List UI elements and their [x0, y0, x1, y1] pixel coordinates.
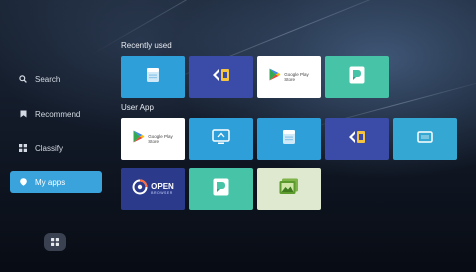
sidebar-item-label: Classify: [35, 143, 64, 153]
open-browser-label: OPEN BROWSER: [151, 181, 174, 195]
app-tile-screen-cast[interactable]: [189, 118, 253, 160]
section-title-recently-used: Recently used: [121, 41, 172, 50]
document-icon: [213, 178, 229, 201]
app-installer-icon: [211, 67, 231, 88]
app-tile-gallery-app[interactable]: [257, 168, 321, 210]
google-play-icon: [133, 130, 145, 148]
app-tile-file-manager[interactable]: [121, 56, 185, 98]
bookmark-icon: [16, 110, 30, 118]
app-tile-document-app[interactable]: [325, 56, 389, 98]
app-installer-icon: [347, 129, 367, 150]
sidebar-item-search[interactable]: Search: [10, 68, 102, 90]
app-tile-app-installer[interactable]: [189, 56, 253, 98]
app-tile-google-play-store[interactable]: Google Play Store: [257, 56, 321, 98]
file-manager-icon: [146, 67, 160, 88]
search-icon: [16, 75, 30, 83]
app-tile-google-play-store[interactable]: Google Play Store: [121, 118, 185, 160]
my-apps-icon: [16, 178, 30, 186]
apps-grid-icon: [51, 233, 59, 251]
grid-icon: [16, 144, 30, 152]
google-play-label: Google Play Store: [148, 134, 173, 144]
sidebar: Search Recommend Classify My apps: [0, 0, 110, 272]
app-tile-document-app[interactable]: [189, 168, 253, 210]
all-apps-button[interactable]: [44, 233, 66, 251]
app-tile-open-browser[interactable]: OPEN BROWSER: [121, 168, 185, 210]
sidebar-item-label: My apps: [35, 177, 66, 187]
sidebar-item-classify[interactable]: Classify: [10, 137, 102, 159]
document-icon: [349, 66, 365, 89]
google-play-icon: [269, 68, 281, 86]
sidebar-item-my-apps[interactable]: My apps: [10, 171, 102, 193]
app-tile-file-manager[interactable]: [257, 118, 321, 160]
file-manager-icon: [282, 129, 296, 150]
app-tile-display-settings[interactable]: [393, 118, 457, 160]
screen-cast-icon: [212, 128, 230, 150]
app-tile-app-installer[interactable]: [325, 118, 389, 160]
section-title-user-app: User App: [121, 103, 154, 112]
sidebar-item-label: Search: [35, 74, 61, 84]
sidebar-item-label: Recommend: [35, 109, 81, 119]
home-screen: Search Recommend Classify My apps Recent…: [0, 0, 476, 272]
gallery-icon: [278, 178, 300, 201]
display-icon: [417, 130, 433, 148]
sidebar-item-recommend[interactable]: Recommend: [10, 103, 102, 125]
open-browser-icon: [132, 179, 148, 200]
google-play-label: Google Play Store: [284, 72, 309, 82]
